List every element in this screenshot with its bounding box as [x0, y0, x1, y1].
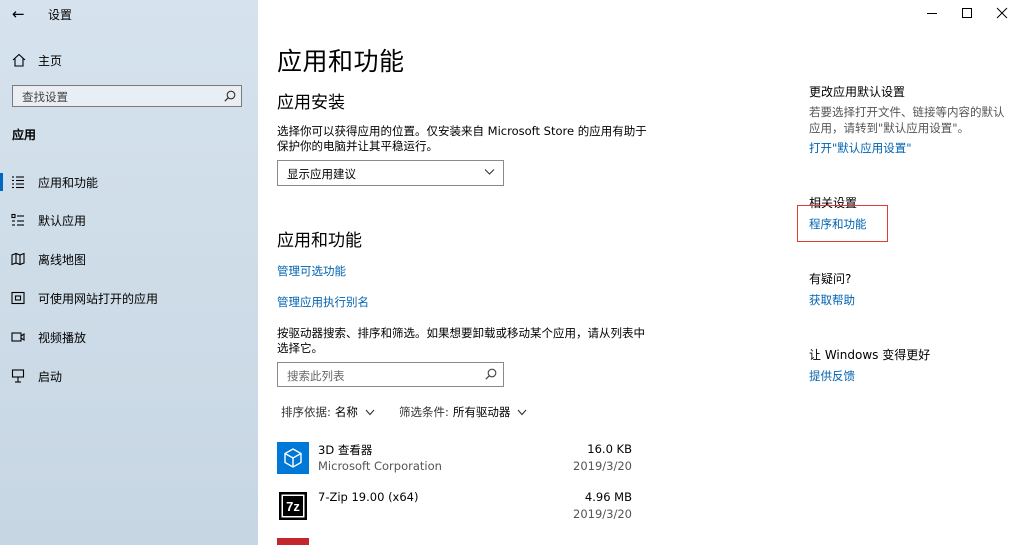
install-description-line2: 保护你的电脑并让其平稳运行。 [277, 139, 438, 153]
7zip-icon: 7z [277, 490, 309, 522]
app-list-search-placeholder: 搜索此列表 [287, 369, 345, 383]
window-title: 设置 [48, 8, 73, 22]
question-heading: 有疑问? [809, 272, 852, 286]
app-install-dropdown[interactable]: 显示应用建议 [277, 160, 504, 186]
filter-label: 筛选条件: [399, 405, 449, 419]
selected-indicator [0, 173, 3, 191]
app-size: 16.0 KB [587, 442, 632, 456]
app-date: 2019/3/20 [573, 507, 632, 521]
app-date: 2019/3/20 [573, 459, 632, 473]
home-icon [12, 53, 26, 67]
back-arrow-icon[interactable]: ← [12, 5, 25, 23]
sidebar-section-title: 应用 [12, 128, 37, 142]
app-list-item-partial[interactable] [277, 538, 309, 545]
app-name: 3D 查看器 [318, 443, 373, 457]
sidebar-item-label: 视频播放 [38, 330, 87, 345]
app-list-item[interactable]: 3D 查看器 Microsoft Corporation 16.0 KB 201… [277, 442, 637, 482]
search-icon[interactable] [485, 368, 497, 380]
minimize-icon[interactable] [925, 6, 939, 20]
app-list-item[interactable]: 7z 7-Zip 19.00 (x64) 4.96 MB 2019/3/20 [277, 490, 637, 530]
chevron-down-icon [517, 409, 527, 415]
apps-description-line1: 按驱动器搜索、排序和筛选。如果想要卸载或移动某个应用，请从列表中 [277, 326, 645, 340]
install-section-heading: 应用安装 [277, 93, 345, 113]
sidebar-item-label: 启动 [38, 369, 63, 384]
sidebar-item-label: 应用和功能 [38, 175, 99, 190]
apps-for-websites-icon [11, 291, 25, 305]
sidebar-item-apps-features[interactable]: 应用和功能 [0, 169, 258, 195]
settings-search-placeholder: 查找设置 [22, 90, 68, 104]
search-icon[interactable] [224, 90, 236, 102]
apps-section-heading: 应用和功能 [277, 231, 362, 251]
apps-description-line2: 选择它。 [277, 341, 323, 355]
default-apps-icon [11, 213, 24, 226]
sidebar-item-label: 离线地图 [38, 252, 87, 267]
sort-control[interactable]: 排序依据: 名称 [281, 404, 375, 420]
sidebar-home[interactable]: 主页 [12, 50, 62, 70]
default-apps-heading: 更改应用默认设置 [809, 85, 906, 99]
manage-optional-features-link[interactable]: 管理可选功能 [277, 263, 346, 279]
app-size: 4.96 MB [584, 490, 632, 504]
app-list-search-input[interactable]: 搜索此列表 [277, 362, 504, 387]
sidebar-item-apps-for-websites[interactable]: 可使用网站打开的应用 [0, 285, 258, 311]
sidebar-item-startup[interactable]: 启动 [0, 363, 258, 389]
sidebar-home-label: 主页 [38, 53, 63, 68]
filter-control[interactable]: 筛选条件: 所有驱动器 [399, 404, 527, 420]
open-default-apps-link[interactable]: 打开"默认应用设置" [809, 140, 912, 156]
sidebar-item-default-apps[interactable]: 默认应用 [0, 207, 258, 233]
offline-maps-icon [11, 252, 25, 266]
app-publisher: Microsoft Corporation [318, 459, 442, 473]
svg-text:7z: 7z [286, 499, 300, 514]
maximize-icon[interactable] [960, 6, 974, 20]
sidebar: ← 设置 主页 查找设置 应用 应用和功能 默认应用 离线地图 可使用网站打开的… [0, 0, 258, 545]
filter-value: 所有驱动器 [452, 405, 511, 419]
apps-features-icon [12, 176, 24, 189]
chevron-down-icon [484, 169, 495, 175]
sort-value: 名称 [334, 405, 358, 419]
sidebar-item-video-playback[interactable]: 视频播放 [0, 324, 258, 350]
3d-viewer-icon [277, 442, 309, 474]
default-apps-text-line2: 应用，请转到"默认应用设置"。 [809, 121, 970, 135]
app-install-dropdown-value: 显示应用建议 [287, 167, 356, 181]
give-feedback-link[interactable]: 提供反馈 [809, 368, 855, 384]
feedback-heading: 让 Windows 变得更好 [809, 348, 931, 362]
get-help-link[interactable]: 获取帮助 [809, 292, 855, 308]
default-apps-text-line1: 若要选择打开文件、链接等内容的默认 [809, 105, 1005, 119]
close-icon[interactable] [995, 6, 1009, 20]
sidebar-item-label: 默认应用 [38, 213, 87, 228]
sort-label: 排序依据: [281, 405, 331, 419]
video-playback-icon [11, 332, 25, 342]
chevron-down-icon [365, 409, 375, 415]
programs-features-link[interactable]: 程序和功能 [809, 216, 867, 232]
sidebar-item-label: 可使用网站打开的应用 [38, 291, 159, 306]
settings-search-input[interactable]: 查找设置 [12, 85, 242, 107]
app-name: 7-Zip 19.00 (x64) [318, 490, 419, 504]
sidebar-item-offline-maps[interactable]: 离线地图 [0, 246, 258, 272]
page-title: 应用和功能 [277, 47, 405, 76]
manage-app-aliases-link[interactable]: 管理应用执行别名 [277, 294, 369, 310]
startup-icon [11, 369, 25, 383]
